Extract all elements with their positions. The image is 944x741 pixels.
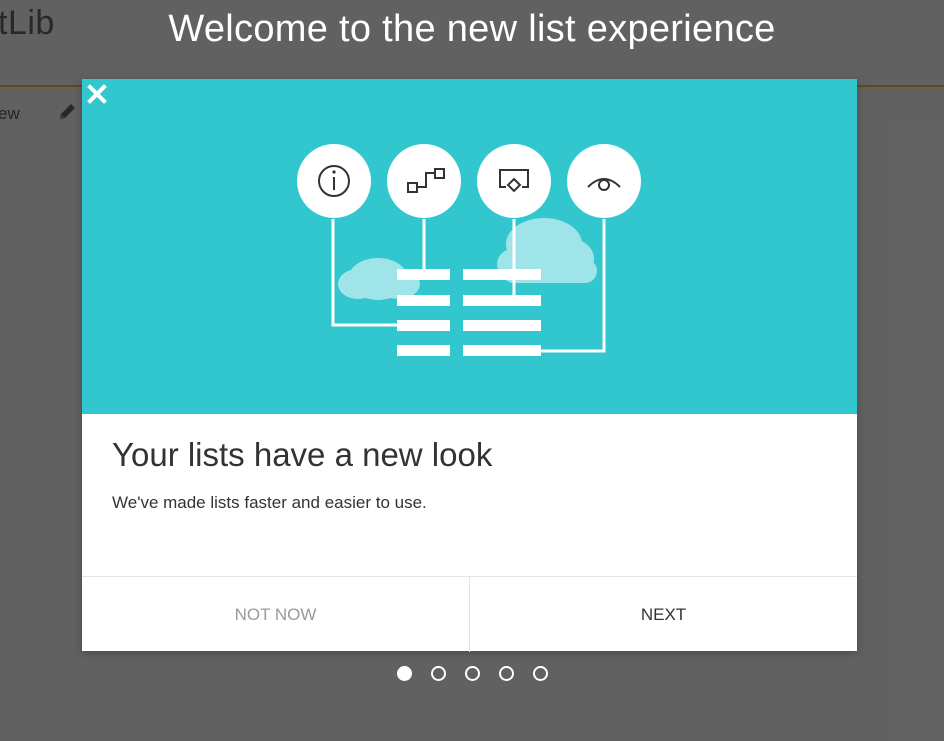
not-now-button[interactable]: NOT NOW — [82, 577, 470, 652]
page-dot-5[interactable] — [532, 666, 548, 681]
welcome-title: Welcome to the new list experience — [168, 8, 776, 50]
dialog-content: Your lists have a new look We've made li… — [112, 435, 827, 513]
page-indicator — [0, 666, 944, 681]
dialog-body: We've made lists faster and easier to us… — [112, 493, 427, 512]
close-button[interactable] — [82, 79, 112, 109]
hero-illustration — [297, 144, 641, 356]
next-button[interactable]: NEXT — [470, 577, 857, 652]
dialog-heading: Your lists have a new look — [112, 436, 493, 473]
hero-banner — [82, 79, 857, 414]
page-dot-2[interactable] — [430, 666, 446, 681]
dialog-footer: NOT NOW NEXT — [82, 576, 857, 652]
page-dot-4[interactable] — [498, 666, 514, 681]
welcome-dialog: Your lists have a new look We've made li… — [82, 79, 857, 652]
close-icon — [87, 84, 107, 104]
page-dot-3[interactable] — [464, 666, 480, 681]
page-dot-1[interactable] — [396, 666, 412, 681]
screen: tLib ew Welcome to the new list experien… — [0, 0, 944, 741]
